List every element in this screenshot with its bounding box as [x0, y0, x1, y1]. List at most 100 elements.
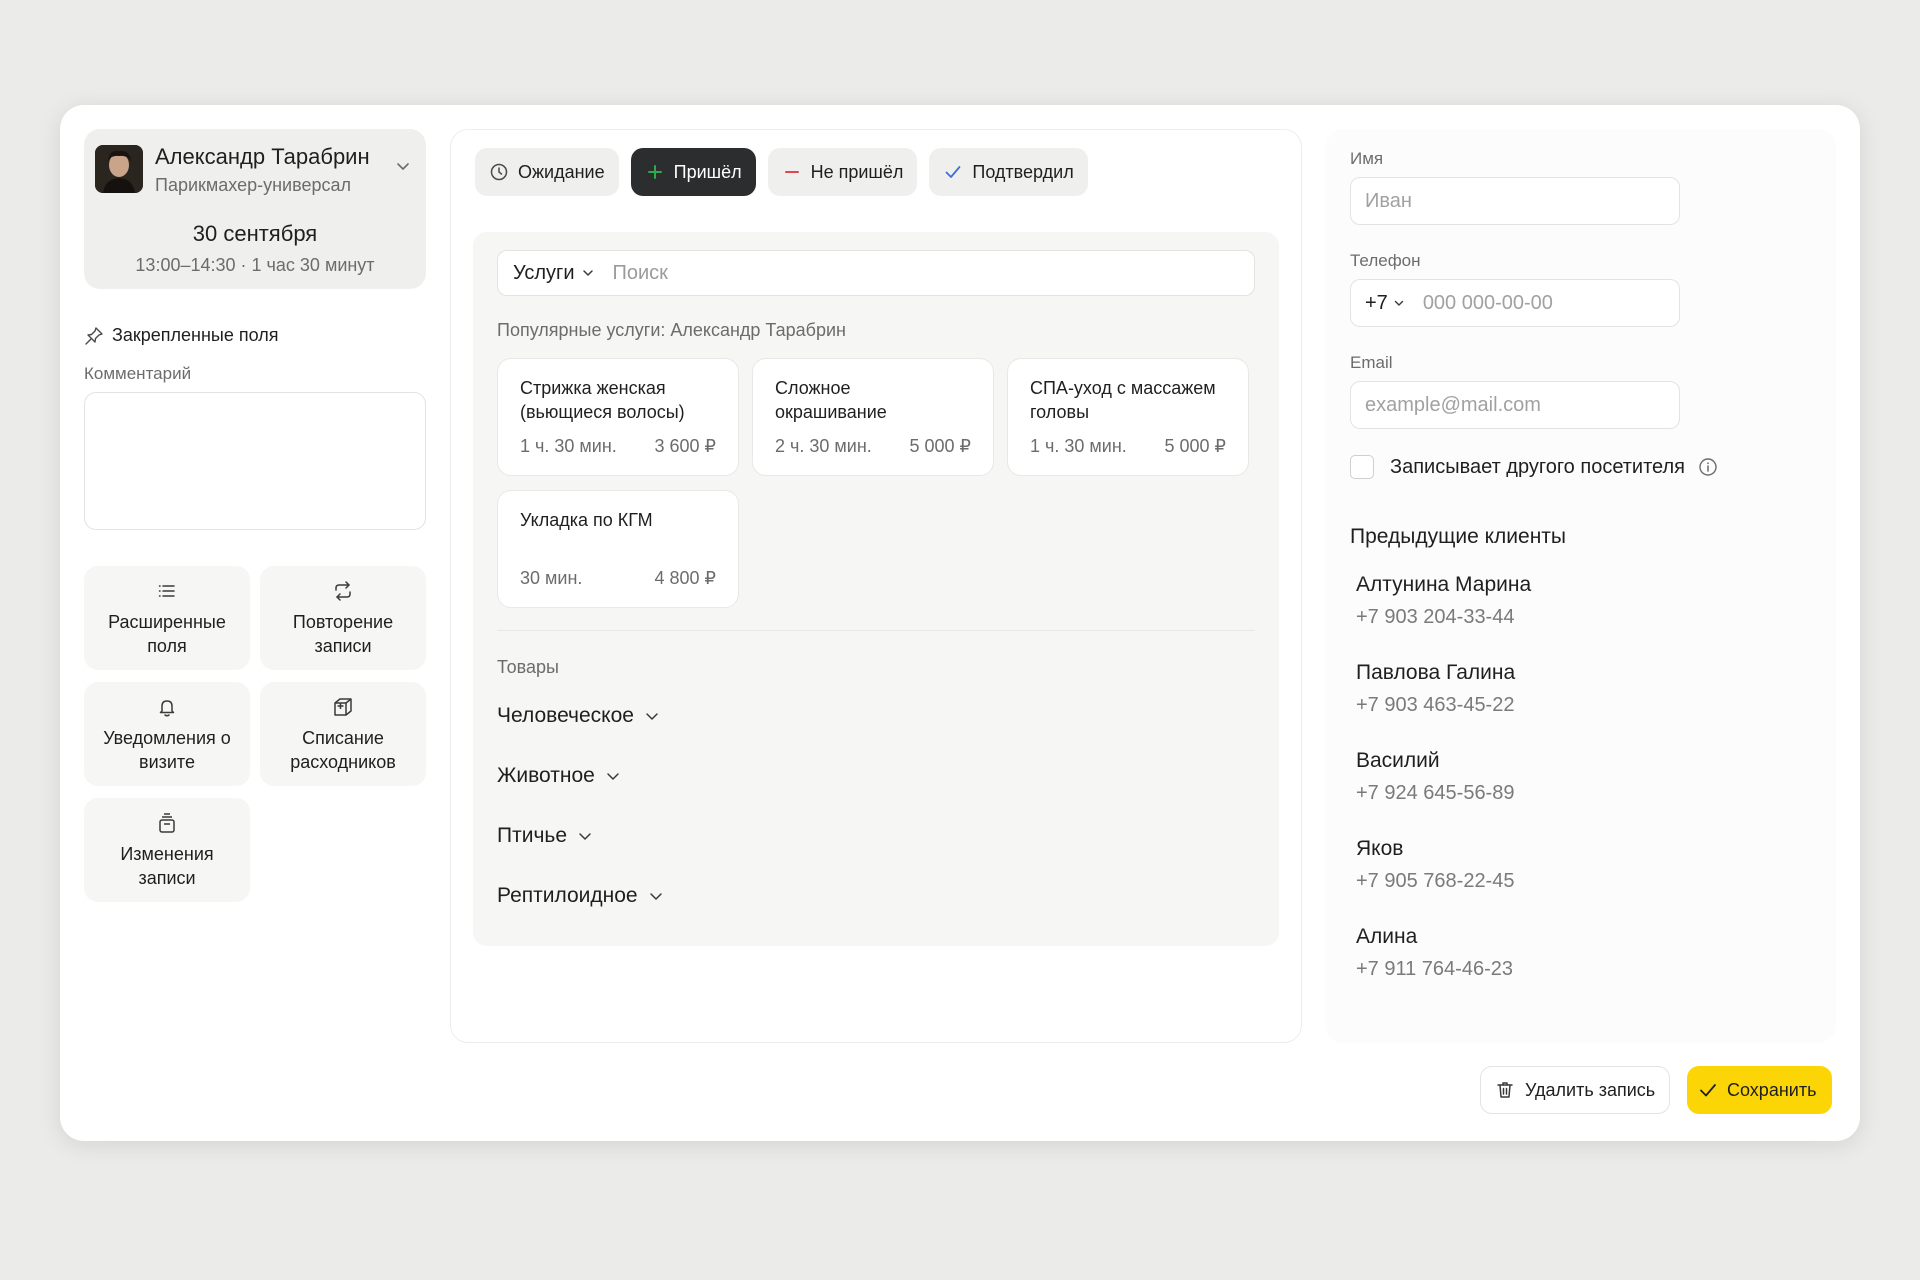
- delete-appointment-button[interactable]: Удалить запись: [1480, 1066, 1671, 1114]
- client-phone: +7 903 463-45-22: [1356, 694, 1515, 716]
- previous-client-item[interactable]: Алина +7 911 764-46-23: [1356, 925, 1513, 981]
- chevron-down-icon[interactable]: [394, 157, 412, 175]
- save-button[interactable]: Сохранить: [1687, 1066, 1833, 1114]
- tile-label: Уведомления о визите: [103, 728, 231, 772]
- phone-input[interactable]: [1422, 291, 1643, 315]
- tile-label: Повторение записи: [292, 612, 394, 656]
- goods-category-label: Животное: [497, 764, 595, 787]
- check-icon: [1700, 1084, 1716, 1097]
- previous-client-item[interactable]: Алтунина Марина +7 903 204-33-44: [1356, 573, 1531, 629]
- trash-icon: [1497, 1082, 1513, 1098]
- chevron-down-icon: [649, 893, 662, 900]
- service-price: 3 600 ₽: [654, 436, 717, 456]
- info-icon[interactable]: [1697, 456, 1719, 478]
- name-label: Имя: [1350, 149, 1384, 168]
- comment-textarea[interactable]: [84, 392, 426, 530]
- appointment-time: 13:00–14:30 · 1 час 30 минут: [135, 255, 375, 275]
- box-icon: [334, 698, 352, 716]
- goods-category[interactable]: Человеческое: [497, 704, 660, 728]
- clock-icon: [490, 163, 508, 181]
- tile-label: Изменения записи: [120, 844, 214, 888]
- service-price: 5 000 ₽: [909, 436, 972, 456]
- status-no-show-button[interactable]: Не пришёл: [767, 148, 918, 196]
- client-phone: +7 924 645-56-89: [1356, 782, 1515, 804]
- bell-icon: [159, 700, 175, 717]
- name-input[interactable]: [1350, 177, 1680, 225]
- save-label: Сохранить: [1727, 1079, 1817, 1100]
- other-visitor-checkbox[interactable]: [1350, 455, 1374, 479]
- appointment-date: 30 сентября: [192, 221, 318, 246]
- history-icon: [159, 813, 175, 833]
- status-toggle-group: Ожидание Пришёл Не пришёл Подтвердил: [475, 148, 1088, 196]
- comment-label: Комментарий: [84, 364, 192, 383]
- chevron-down-icon: [582, 270, 593, 276]
- email-input[interactable]: [1350, 381, 1680, 429]
- pinned-fields-header: Закрепленные поля: [84, 325, 278, 346]
- phone-label: Телефон: [1350, 251, 1421, 270]
- appointment-modal: Александр Тарабрин Парикмахер-универсал …: [60, 105, 1860, 1141]
- client-phone: +7 905 768-22-45: [1356, 870, 1515, 892]
- client-name: Павлова Галина: [1356, 661, 1516, 684]
- chevron-down-icon: [579, 833, 591, 840]
- left-column: Александр Тарабрин Парикмахер-универсал …: [84, 129, 426, 902]
- status-arrived-button[interactable]: Пришёл: [630, 148, 756, 196]
- tile-repeat[interactable]: Повторение записи: [260, 566, 426, 670]
- service-name: Стрижка женская (вьющиеся волосы): [520, 378, 685, 422]
- status-label: Ожидание: [518, 161, 605, 182]
- services-column: Ожидание Пришёл Не пришёл Подтвердил Усл…: [450, 129, 1302, 1043]
- phone-field: +7: [1350, 279, 1680, 327]
- service-card[interactable]: Стрижка женская (вьющиеся волосы) 1 ч. 3…: [497, 358, 739, 476]
- tile-history[interactable]: Изменения записи: [84, 798, 250, 902]
- tile-extended-fields[interactable]: Расширенные поля: [84, 566, 250, 670]
- master-avatar: [95, 145, 143, 193]
- previous-client-item[interactable]: Василий +7 924 645-56-89: [1356, 749, 1514, 805]
- service-duration: 2 ч. 30 мин.: [775, 436, 872, 456]
- service-name: СПА-уход с массажем головы: [1030, 378, 1216, 422]
- check-icon: [945, 166, 961, 178]
- delete-label: Удалить запись: [1525, 1079, 1656, 1100]
- category-dropdown[interactable]: Услуги: [498, 262, 595, 285]
- pin-icon: [85, 326, 103, 345]
- service-name: Укладка по КГМ: [520, 510, 653, 530]
- popular-services-label: Популярные услуги: Александр Тарабрин: [497, 320, 846, 340]
- service-card[interactable]: СПА-уход с массажем головы 1 ч. 30 мин. …: [1007, 358, 1249, 476]
- client-name: Василий: [1356, 749, 1440, 772]
- client-phone: +7 903 204-33-44: [1356, 606, 1515, 628]
- category-label: Услуги: [513, 261, 575, 284]
- previous-client-item[interactable]: Яков +7 905 768-22-45: [1356, 837, 1514, 893]
- service-duration: 1 ч. 30 мин.: [1030, 436, 1127, 456]
- status-waiting-button[interactable]: Ожидание: [475, 148, 619, 196]
- service-price: 4 800 ₽: [654, 568, 717, 588]
- service-card[interactable]: Укладка по КГМ 30 мин. 4 800 ₽: [497, 490, 739, 608]
- master-name: Александр Тарабрин: [155, 144, 370, 169]
- goods-category[interactable]: Рептилоидное: [497, 884, 664, 908]
- other-visitor-label: Записывает другого посетителя: [1390, 455, 1685, 478]
- goods-category[interactable]: Птичье: [497, 824, 593, 848]
- other-visitor-row: Записывает другого посетителя: [1350, 455, 1719, 479]
- goods-category[interactable]: Животное: [497, 764, 621, 788]
- services-panel: Услуги Популярные услуги: Александр Тара…: [473, 232, 1279, 946]
- divider: [497, 630, 1255, 631]
- phone-country-code[interactable]: +7: [1351, 292, 1405, 315]
- client-name: Алина: [1356, 925, 1418, 948]
- service-card[interactable]: Сложное окрашивание 2 ч. 30 мин. 5 000 ₽: [752, 358, 994, 476]
- service-duration: 1 ч. 30 мин.: [520, 436, 617, 456]
- tile-notifications[interactable]: Уведомления о визите: [84, 682, 250, 786]
- list-icon: [158, 585, 175, 597]
- chevron-down-icon: [1394, 300, 1404, 306]
- goods-category-label: Рептилоидное: [497, 884, 638, 907]
- status-confirmed-button[interactable]: Подтвердил: [929, 148, 1088, 196]
- previous-clients-title: Предыдущие клиенты: [1350, 525, 1567, 548]
- status-label: Не пришёл: [810, 161, 904, 182]
- service-price: 5 000 ₽: [1164, 436, 1227, 456]
- client-column: Имя Телефон +7 Email Записывает другого …: [1326, 129, 1836, 1043]
- search-input[interactable]: [612, 261, 1173, 285]
- repeat-icon: [335, 581, 351, 601]
- tile-label: Расширенные поля: [108, 612, 226, 656]
- client-phone: +7 911 764-46-23: [1356, 958, 1513, 980]
- tile-consumables[interactable]: Списание расходников: [260, 682, 426, 786]
- service-duration: 30 мин.: [520, 568, 583, 588]
- master-card[interactable]: Александр Тарабрин Парикмахер-универсал …: [84, 129, 426, 289]
- chevron-down-icon: [607, 773, 619, 780]
- previous-client-item[interactable]: Павлова Галина +7 903 463-45-22: [1356, 661, 1515, 717]
